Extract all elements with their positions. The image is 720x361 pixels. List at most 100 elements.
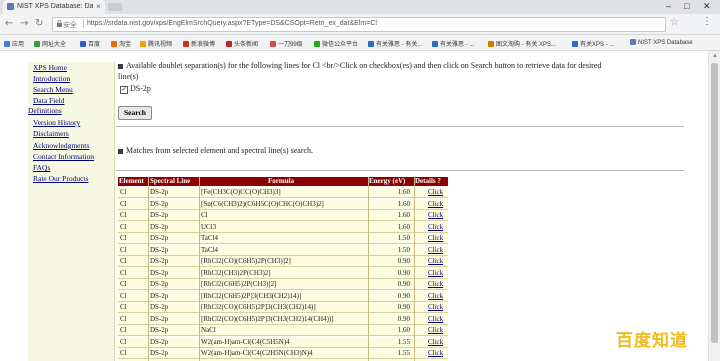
sidebar-item-introduction[interactable]: Introduction [33,74,70,83]
sidebar-item-xps-home[interactable]: XPS Home [33,63,67,72]
sidebar-item-faqs[interactable]: FAQs [33,163,50,172]
apps-icon [4,41,10,47]
formula-cell: [Sn(C6(CH3)2)(C6H5C(O)CHC(O)CH3)2] [201,199,324,208]
bookmark-favicon-icon [80,41,86,47]
scrollbar-thumb[interactable] [711,63,718,343]
column-header: Details ? [415,177,441,185]
spectral-line-cell: DS-2p [150,314,169,323]
details-link[interactable]: Click [428,223,443,231]
tab-close-icon[interactable]: × [96,2,101,11]
details-link[interactable]: Click [428,188,443,196]
formula-cell: UCl3 [201,222,217,231]
maximize-button[interactable]: □ [684,1,689,11]
bookmark-favicon-icon [183,41,189,47]
details-link[interactable]: Click [428,326,443,334]
sidebar-item-contact-information[interactable]: Contact Information [33,152,94,161]
vertical-scrollbar[interactable]: ▲ [708,51,720,361]
element-cell: Cl [120,337,127,346]
energy-cell: 0.90 [397,257,410,265]
table-row: Cl DS-2p [RhCl2(C6H5)2P(CH3)]2] 0.90 Click [118,279,448,290]
energy-cell: 1.55 [397,337,410,346]
bookmark-item[interactable]: 有关雅思 - ... [432,39,474,48]
spectral-line-cell: DS-2p [150,199,169,208]
details-link[interactable]: Click [428,349,443,357]
sidebar-item-acknowledgments[interactable]: Acknowledgments [33,141,89,150]
bookmark-item[interactable]: 一刀99级 [270,39,303,48]
bookmark-item[interactable]: NIST XPS Database [630,39,693,46]
bookmark-label: 微信公众平台 [322,42,359,48]
bookmark-favicon-icon [488,41,494,47]
details-link[interactable]: Click [428,269,443,277]
formula-cell: W2(am-H)am-Cl(C4(C2H5N(CH3)N)4 [201,349,313,357]
bookmark-item[interactable]: 有关雅思 - 有关... [368,39,422,48]
sidebar-item-definitions[interactable]: Definitions [28,106,62,115]
sidebar-item-version-history[interactable]: Version History [33,118,80,127]
forward-icon[interactable]: → [20,18,28,29]
element-cell: Cl [120,188,127,196]
url-text[interactable]: https://srdata.nist.gov/xps/EngElmSrchQu… [87,20,377,27]
minimize-button[interactable]: – [666,1,671,11]
spectral-line-cell: DS-2p [150,349,169,357]
bookmark-item[interactable]: 腾讯视频 [140,39,172,48]
sidebar-item-data-field[interactable]: Data Field [33,96,64,105]
browser-menu-icon[interactable]: ⋮ [702,16,712,27]
details-link[interactable]: Click [428,280,443,288]
sidebar-item-disclaimers[interactable]: Disclaimers [33,129,69,138]
scroll-up-icon[interactable]: ▲ [712,53,718,59]
details-link[interactable]: Click [428,246,443,254]
details-link[interactable]: Click [428,338,443,346]
details-link[interactable]: Click [428,234,443,242]
bookmark-item[interactable]: 应用 [4,39,24,48]
energy-cell: 1.50 [397,245,410,254]
element-cell: Cl [120,257,127,265]
element-cell: Cl [120,245,127,254]
new-tab-button[interactable] [108,3,122,11]
bookmark-star-icon[interactable]: ☆ [670,17,679,28]
spectral-line-cell: DS-2p [150,245,169,254]
lock-icon [57,20,62,27]
address-bar[interactable]: 安全 https://srdata.nist.gov/xps/EngElmSrc… [52,17,666,32]
close-window-button[interactable]: ✕ [703,1,711,12]
spectral-line-cell: DS-2p [150,268,169,277]
bookmark-favicon-icon [432,41,438,47]
details-link[interactable]: Click [428,211,443,219]
bookmark-label: 头条新闻 [234,42,259,48]
reload-icon[interactable]: ↻ [35,18,43,29]
toolbar: ← → ↻ 安全 https://srdata.nist.gov/xps/Eng… [0,14,720,35]
sidebar-item-search-menu[interactable]: Search Menu [33,85,73,94]
spectral-line-cell: DS-2p [150,234,169,242]
details-link[interactable]: Click [428,315,443,323]
spectral-line-cell: DS-2p [150,280,169,288]
details-link[interactable]: Click [428,303,443,311]
bookmark-label: 淘宝 [119,42,132,48]
bookmark-item[interactable]: 头条新闻 [226,39,258,48]
back-icon[interactable]: ← [5,18,13,29]
details-link[interactable]: Click [428,200,443,208]
table-row: Cl DS-2p W2(am-H)am-Cl(C4(C2H5N(CH3)N)4 1.5… [118,348,448,359]
details-link[interactable]: Click [428,257,443,265]
bullet-icon [118,64,123,69]
table-row: Cl DS-2p [RhCl2(CH3)2P(CH3)2] 0.90 Click [118,267,448,279]
bookmark-favicon-icon [226,41,232,47]
browser-tab[interactable]: NIST XPS Database: Da × [3,0,105,14]
energy-cell: 0.90 [397,268,410,277]
column-header: Element [119,177,144,185]
bookmark-item[interactable]: 百度 [80,39,100,48]
bookmark-item[interactable]: 微信公众平台 [314,39,358,48]
formula-cell: [RhCl2(C6H5)2P(CH3)]2] [201,280,277,288]
search-button[interactable]: Search [118,106,152,120]
sidebar-item-rate-our-products[interactable]: Rate Our Products [33,174,88,183]
energy-cell: 1.60 [397,326,410,334]
bookmark-item[interactable]: 图文淘购 - 有关 XPS... [488,39,556,48]
bookmark-label: 网址大全 [42,42,67,48]
details-link[interactable]: Click [428,292,443,300]
bookmark-item[interactable]: 有关XPS - ... [572,39,614,48]
bookmark-item[interactable]: 网址大全 [34,39,66,48]
formula-cell: W2(am-H)am-Cl(C4(C5H5N)4 [201,337,290,346]
spectral-line-cell: DS-2p [150,303,169,311]
bookmark-item[interactable]: 淘宝 [111,39,131,48]
element-cell: Cl [120,222,127,231]
instruction-text-line2: line(s) [118,72,139,81]
bookmark-item[interactable]: 新浪微博 [183,39,215,48]
ds-2p-checkbox[interactable]: ✓ [120,86,128,94]
